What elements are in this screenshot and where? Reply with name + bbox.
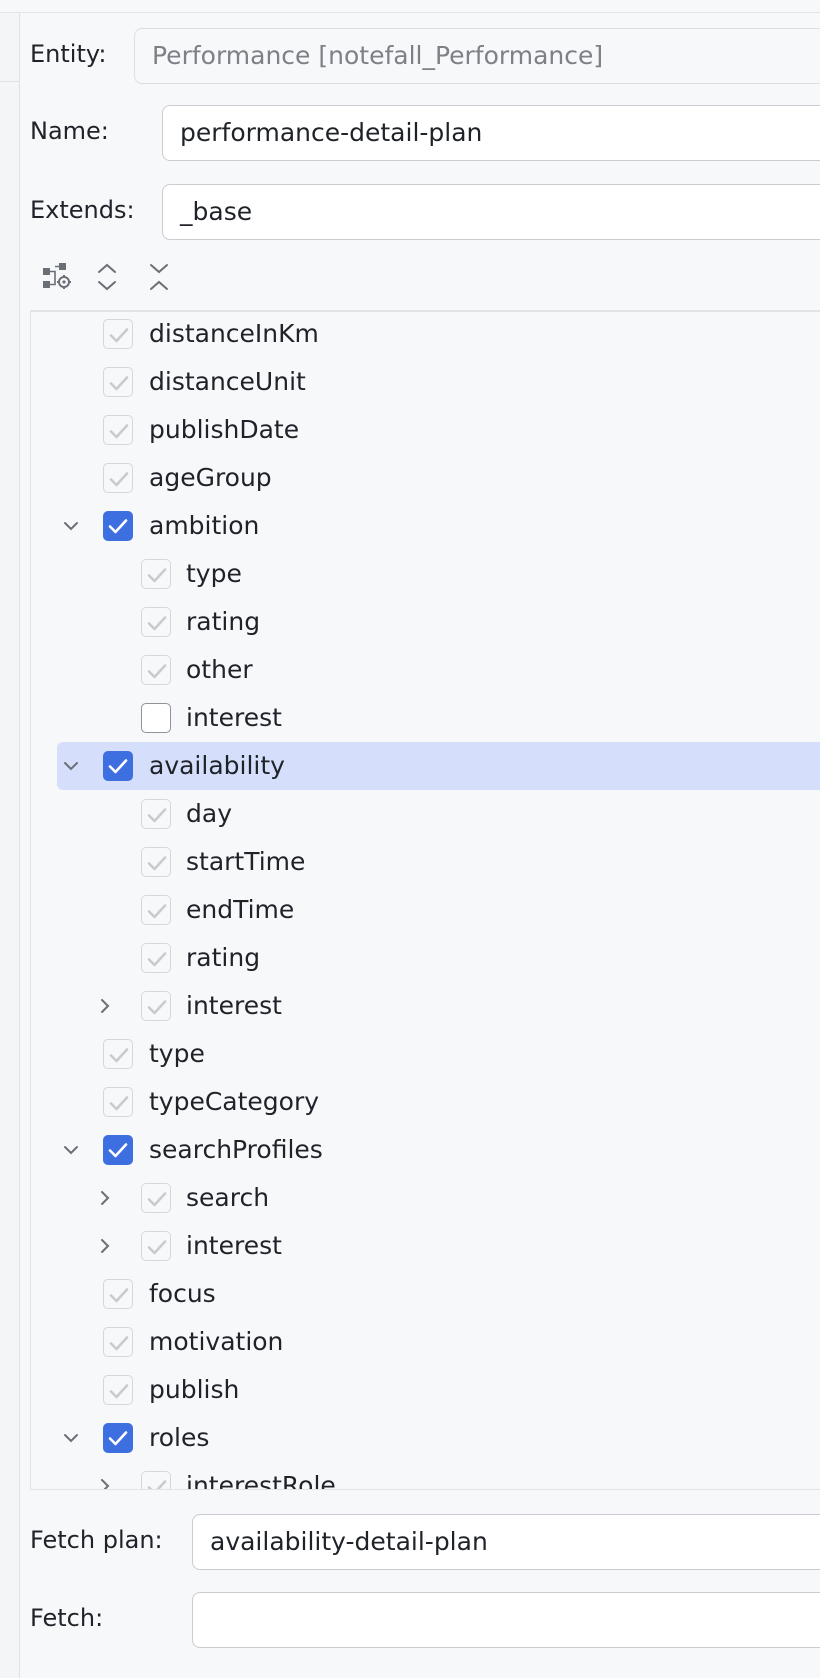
tree-checkbox: [103, 1279, 133, 1309]
tree-row-label: type: [149, 1039, 205, 1068]
tree-checkbox[interactable]: [103, 511, 133, 541]
tree-checkbox: [103, 463, 133, 493]
tree-row[interactable]: interest: [31, 982, 820, 1030]
tree-checkbox[interactable]: [141, 703, 171, 733]
tree-checkbox[interactable]: [103, 1423, 133, 1453]
tree-checkbox: [141, 1471, 171, 1489]
tree-row[interactable]: availability: [31, 742, 820, 790]
fetch-plan-tree[interactable]: distanceInKm distanceUnit publishDate ageGr…: [30, 310, 820, 1490]
tree-row[interactable]: day: [31, 790, 820, 838]
chevron-right-icon[interactable]: [93, 994, 117, 1018]
chevron-right-icon[interactable]: [93, 1186, 117, 1210]
tree-checkbox: [103, 415, 133, 445]
tree-checkbox: [103, 1087, 133, 1117]
tree-checkbox: [103, 1375, 133, 1405]
tree-row-label: searchProfiles: [149, 1135, 323, 1164]
tree-row-label: motivation: [149, 1327, 284, 1356]
collapse-all-icon[interactable]: [142, 260, 176, 294]
tree-row[interactable]: motivation: [31, 1318, 820, 1366]
tree-row[interactable]: rating: [31, 598, 820, 646]
tree-checkbox[interactable]: [103, 751, 133, 781]
tree-row-label: ambition: [149, 511, 260, 540]
tree-row-label: ageGroup: [149, 463, 272, 492]
tree-row[interactable]: searchProfiles: [31, 1126, 820, 1174]
tree-row[interactable]: interest: [31, 1222, 820, 1270]
tree-row-label: search: [186, 1183, 270, 1212]
chevron-right-icon[interactable]: [93, 1234, 117, 1258]
tree-checkbox: [141, 943, 171, 973]
tree-row[interactable]: ageGroup: [31, 454, 820, 502]
entity-label: Entity:: [30, 40, 107, 68]
tree-checkbox: [141, 1183, 171, 1213]
tree-row[interactable]: focus: [31, 1270, 820, 1318]
fetch-label: Fetch:: [30, 1604, 104, 1632]
fetch-plan-label: Fetch plan:: [30, 1526, 163, 1554]
tree-checkbox: [103, 1327, 133, 1357]
chevron-right-icon[interactable]: [93, 1474, 117, 1489]
extends-label: Extends:: [30, 196, 135, 224]
tree-row[interactable]: type: [31, 550, 820, 598]
tree-row-label: distanceInKm: [149, 319, 319, 348]
name-field[interactable]: performance-detail-plan: [162, 105, 820, 161]
chevron-down-icon[interactable]: [59, 514, 83, 538]
tree-row[interactable]: distanceUnit: [31, 358, 820, 406]
tree-row-label: typeCategory: [149, 1087, 320, 1116]
tree-checkbox: [141, 655, 171, 685]
tree-checkbox: [141, 799, 171, 829]
tree-row-label: interest: [186, 991, 282, 1020]
tree-checkbox: [141, 991, 171, 1021]
tree-row-label: day: [186, 799, 232, 828]
tree-checkbox: [103, 367, 133, 397]
left-gutter: [0, 13, 20, 1678]
hierarchy-settings-icon[interactable]: [40, 260, 74, 294]
tree-row[interactable]: publishDate: [31, 406, 820, 454]
tree-row[interactable]: search: [31, 1174, 820, 1222]
tree-row-label: focus: [149, 1279, 216, 1308]
tree-row-label: other: [186, 655, 253, 684]
tree-row[interactable]: ambition: [31, 502, 820, 550]
tree-row-label: rating: [186, 607, 261, 636]
name-label: Name:: [30, 117, 109, 145]
tree-row[interactable]: publish: [31, 1366, 820, 1414]
tree-row[interactable]: type: [31, 1030, 820, 1078]
chevron-down-icon[interactable]: [59, 754, 83, 778]
tree-row-label: distanceUnit: [149, 367, 306, 396]
fetch-field[interactable]: [192, 1592, 820, 1648]
tree-checkbox: [103, 319, 133, 349]
tree-checkbox: [141, 895, 171, 925]
tree-row[interactable]: typeCategory: [31, 1078, 820, 1126]
tree-row[interactable]: rating: [31, 934, 820, 982]
chevron-down-icon[interactable]: [59, 1426, 83, 1450]
tree-row-label: roles: [149, 1423, 210, 1452]
tree-checkbox[interactable]: [103, 1135, 133, 1165]
tree-row[interactable]: interest: [31, 694, 820, 742]
tree-checkbox: [141, 1231, 171, 1261]
tree-row[interactable]: roles: [31, 1414, 820, 1462]
tree-checkbox: [141, 847, 171, 877]
tree-row-label: publishDate: [149, 415, 300, 444]
tree-row[interactable]: endTime: [31, 886, 820, 934]
expand-all-icon[interactable]: [90, 260, 124, 294]
tree-row-label: availability: [149, 751, 285, 780]
tree-row-label: rating: [186, 943, 261, 972]
tree-row-label: interestRole: [186, 1471, 336, 1490]
tree-checkbox: [141, 607, 171, 637]
tree-checkbox: [141, 559, 171, 589]
tree-row[interactable]: other: [31, 646, 820, 694]
tree-row[interactable]: interestRole: [31, 1462, 820, 1490]
entity-field: Performance [notefall_Performance]: [134, 28, 820, 84]
tree-row-label: interest: [186, 1231, 282, 1260]
chevron-down-icon[interactable]: [59, 1138, 83, 1162]
top-divider: [0, 12, 820, 13]
tree-row-label: startTime: [186, 847, 306, 876]
tree-row-label: publish: [149, 1375, 240, 1404]
tree-row[interactable]: startTime: [31, 838, 820, 886]
tree-row-label: interest: [186, 703, 282, 732]
tree-checkbox: [103, 1039, 133, 1069]
tree-row-label: type: [186, 559, 242, 588]
fetch-plan-field[interactable]: availability-detail-plan: [192, 1514, 820, 1570]
extends-field[interactable]: _base: [162, 184, 820, 240]
tree-row[interactable]: distanceInKm: [31, 312, 820, 358]
tree-row-label: endTime: [186, 895, 295, 924]
